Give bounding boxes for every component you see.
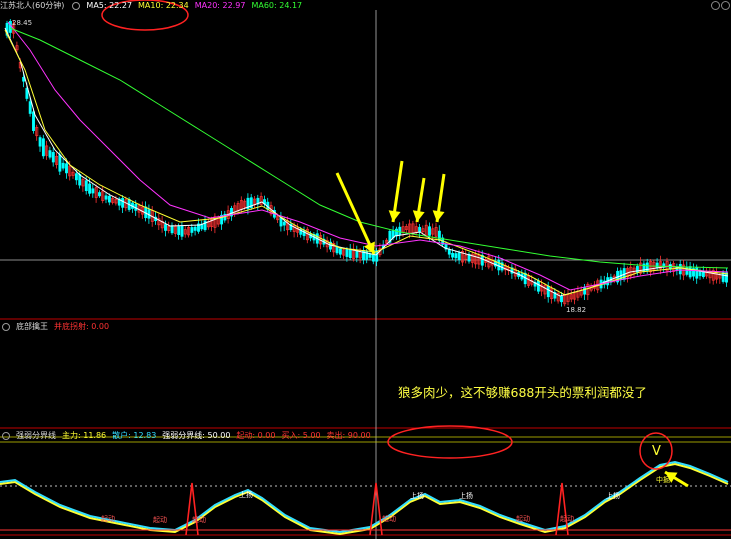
candle-body [338, 248, 342, 255]
candle-body [398, 226, 402, 236]
candle-body [61, 162, 65, 169]
candle-body [451, 252, 455, 258]
candle-body [51, 152, 55, 163]
candle-body [65, 163, 68, 174]
ma-legend-item: MA60: 24.17 [251, 1, 303, 10]
ma-legend-item: MA10: 22.34 [138, 1, 189, 10]
candle-body [457, 252, 461, 261]
sub2-title[interactable]: 强弱分界线 [16, 430, 56, 442]
candle-body [497, 259, 501, 271]
ma-legend-item: MA5: 22.27 [86, 1, 133, 10]
sub2-legend-item: 买入: 5.00 [281, 431, 321, 440]
low-price-label: 18.82 [566, 306, 587, 314]
stock-title[interactable]: 江苏北人(60分钟) [0, 0, 64, 12]
sub2-legend-item: 强弱分界线: 50.00 [162, 431, 231, 440]
start-spike [185, 482, 199, 536]
candle-body [38, 137, 42, 147]
candle-body [164, 224, 167, 231]
candle-body [279, 217, 283, 227]
candle-body [28, 101, 32, 114]
ma20-line [7, 21, 729, 291]
ma-legend-item: MA20: 22.97 [194, 1, 246, 10]
tag-qidong: 起动 [101, 515, 115, 523]
candle-body [345, 248, 349, 257]
sub1-header: 底部擒王 并底拐射: 0.00 [0, 321, 109, 333]
settings-circle-icon[interactable] [72, 2, 81, 10]
sub1-circle-icon[interactable] [2, 323, 10, 331]
candle-body [282, 221, 286, 226]
tag-shangyang: 上扬 [459, 492, 473, 500]
candle-body [170, 225, 174, 234]
candle-body [74, 173, 78, 181]
tag-qidong: 起动 [516, 515, 530, 523]
tag-qidong: 起动 [382, 515, 396, 523]
candle-body [91, 188, 95, 194]
candle-body [203, 220, 207, 231]
sub2-legend-item: 起动: 0.00 [236, 431, 276, 440]
candle-body [395, 228, 398, 237]
candle-body [104, 195, 108, 200]
candle-body [447, 249, 451, 255]
sub2-header: 强弱分界线 主力: 11.86 散户: 12.83 强弱分界线: 50.00 起动: … [0, 430, 371, 442]
sub2-circle-icon[interactable] [2, 432, 10, 440]
ma-legend: MA5: 22.27 MA10: 22.34 MA20: 22.97 MA60: 24… [86, 0, 302, 12]
candle-body [193, 226, 197, 231]
candle-body [32, 111, 35, 131]
candle-body [437, 230, 441, 241]
annotation-text: 狼多肉少，这不够赚688开头的票利润都没了 [398, 385, 647, 400]
tag-shangyang: 上扬 [410, 492, 424, 500]
tag-zhongjue: 中掘 [656, 476, 670, 484]
candle-body [78, 174, 82, 186]
candle-body [58, 154, 62, 172]
candle-body [121, 198, 125, 208]
candle-body [546, 285, 550, 298]
candle-body [695, 267, 699, 279]
sub2-legend: 主力: 11.86 散户: 12.83 强弱分界线: 50.00 起动: 0.00 买入… [62, 430, 371, 442]
sub1-legend: 并底拐射: 0.00 [54, 321, 109, 333]
candle-body [688, 266, 692, 278]
candle-body [454, 253, 458, 259]
sub2-legend-item: 卖出: 90.00 [326, 431, 371, 440]
strength-indicator [0, 460, 731, 536]
candle-body [41, 138, 45, 157]
candle-body [22, 77, 26, 82]
tag-qidong: 起动 [153, 516, 167, 524]
candle-body [107, 195, 111, 203]
candle-body [48, 150, 52, 158]
minimize-icon[interactable] [711, 1, 720, 10]
candle-body [536, 280, 540, 292]
candle-body [348, 248, 352, 259]
tag-shangyang: 上扬 [239, 491, 253, 499]
sub1-legend-item: 并底拐射: 0.00 [54, 322, 110, 331]
ma60-line [9, 27, 729, 269]
sub2-legend-item: 散户: 12.83 [112, 431, 157, 440]
candle-body [560, 296, 563, 303]
close-icon[interactable] [721, 1, 730, 10]
tag-qidong: 起动 [560, 515, 574, 523]
candle-body [177, 226, 181, 236]
candle-body [180, 225, 184, 237]
candle-body [678, 263, 682, 275]
candle-body [88, 183, 92, 194]
v-mark: V [652, 444, 661, 459]
candle-body [190, 227, 194, 233]
candle-body [355, 250, 359, 258]
tag-qidong: 起动 [192, 516, 206, 524]
sub1-title[interactable]: 底部擒王 [16, 321, 48, 333]
candle-body [98, 192, 101, 197]
candle-body [428, 226, 431, 236]
chart-stage[interactable] [0, 0, 731, 539]
high-price-label: 28.45 [12, 19, 33, 27]
candle-body [84, 180, 88, 192]
sub2-legend-item: 主力: 11.86 [62, 431, 107, 440]
candle-body [418, 226, 422, 233]
main-header: 江苏北人(60分钟) MA5: 22.27 MA10: 22.34 MA20: 22… [0, 0, 302, 12]
tag-shangyang: 上扬 [606, 492, 620, 500]
